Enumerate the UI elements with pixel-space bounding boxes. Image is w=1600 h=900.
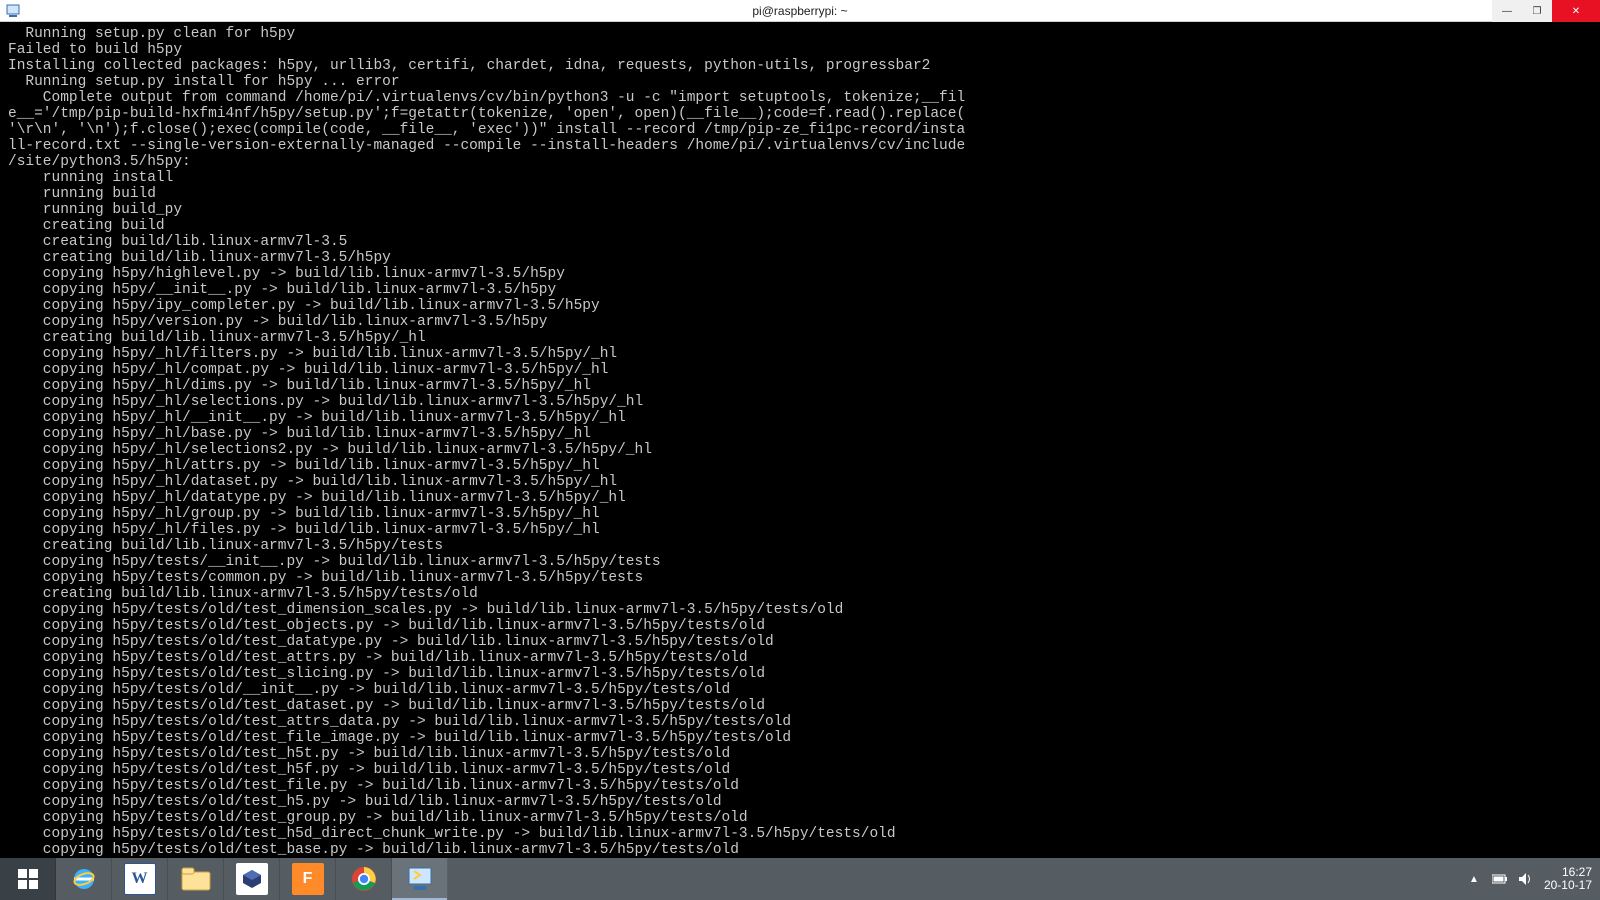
terminal-line: running build_py (8, 202, 1592, 218)
tray-date: 20-10-17 (1544, 879, 1592, 892)
close-button[interactable]: ✕ (1552, 0, 1600, 22)
terminal-line: running install (8, 170, 1592, 186)
terminal-line: creating build (8, 218, 1592, 234)
terminal-line: copying h5py/_hl/files.py -> build/lib.l… (8, 522, 1592, 538)
window-title: pi@raspberrypi: ~ (752, 4, 847, 18)
terminal-line: copying h5py/tests/old/test_file.py -> b… (8, 778, 1592, 794)
freemake-icon: F (292, 863, 324, 895)
terminal-line: copying h5py/tests/old/test_attrs_data.p… (8, 714, 1592, 730)
terminal-line: copying h5py/tests/common.py -> build/li… (8, 570, 1592, 586)
putty-icon (406, 865, 434, 893)
terminal-line: copying h5py/tests/old/test_group.py -> … (8, 810, 1592, 826)
internet-explorer-icon (68, 863, 100, 895)
terminal-line: Complete output from command /home/pi/.v… (8, 90, 1592, 106)
taskbar-item-putty[interactable] (392, 858, 448, 900)
virtualbox-icon (236, 863, 268, 895)
volume-icon[interactable] (1518, 871, 1534, 887)
terminal-line: copying h5py/tests/old/test_dimension_sc… (8, 602, 1592, 618)
taskbar-item-virtualbox[interactable] (224, 858, 280, 900)
terminal-line: Running setup.py clean for h5py (8, 26, 1592, 42)
terminal-line: copying h5py/tests/__init__.py -> build/… (8, 554, 1592, 570)
terminal-line: running build (8, 186, 1592, 202)
terminal-line: copying h5py/_hl/dataset.py -> build/lib… (8, 474, 1592, 490)
terminal-line: copying h5py/_hl/attrs.py -> build/lib.l… (8, 458, 1592, 474)
terminal-line: copying h5py/_hl/dims.py -> build/lib.li… (8, 378, 1592, 394)
file-explorer-icon (181, 866, 211, 892)
terminal-line: copying h5py/tests/old/test_datatype.py … (8, 634, 1592, 650)
terminal-line: copying h5py/_hl/compat.py -> build/lib.… (8, 362, 1592, 378)
window-buttons: — ❐ ✕ (1492, 0, 1600, 22)
terminal-line: ll-record.txt --single-version-externall… (8, 138, 1592, 154)
taskbar-item-file-explorer[interactable] (168, 858, 224, 900)
terminal-line: copying h5py/__init__.py -> build/lib.li… (8, 282, 1592, 298)
terminal-line: copying h5py/_hl/group.py -> build/lib.l… (8, 506, 1592, 522)
terminal-line: '\r\n', '\n');f.close();exec(compile(cod… (8, 122, 1592, 138)
terminal-line: /site/python3.5/h5py: (8, 154, 1592, 170)
battery-icon[interactable] (1492, 871, 1508, 887)
minimize-button[interactable]: — (1492, 0, 1522, 22)
terminal-line: copying h5py/tests/old/test_file_image.p… (8, 730, 1592, 746)
taskbar-item-ie[interactable] (56, 858, 112, 900)
chrome-icon (350, 865, 378, 893)
terminal-line: Installing collected packages: h5py, url… (8, 58, 1592, 74)
system-tray: ▲ 16:27 20-10-17 (1466, 858, 1600, 900)
taskbar: W F ▲ (0, 858, 1600, 900)
terminal-line: copying h5py/tests/old/test_objects.py -… (8, 618, 1592, 634)
terminal-line: creating build/lib.linux-armv7l-3.5/h5py… (8, 586, 1592, 602)
terminal-line: copying h5py/_hl/base.py -> build/lib.li… (8, 426, 1592, 442)
tray-clock[interactable]: 16:27 20-10-17 (1544, 866, 1592, 892)
terminal-line: e__='/tmp/pip-build-hxfmi4nf/h5py/setup.… (8, 106, 1592, 122)
word-icon: W (124, 863, 156, 895)
terminal-output[interactable]: Running setup.py clean for h5pyFailed to… (0, 22, 1600, 858)
windows-start-icon (17, 868, 39, 890)
terminal-line: copying h5py/_hl/filters.py -> build/lib… (8, 346, 1592, 362)
terminal-line: copying h5py/highlevel.py -> build/lib.l… (8, 266, 1592, 282)
terminal-line: copying h5py/tests/old/test_h5f.py -> bu… (8, 762, 1592, 778)
terminal-line: Failed to build h5py (8, 42, 1592, 58)
terminal-line: copying h5py/tests/old/test_dataset.py -… (8, 698, 1592, 714)
terminal-line: copying h5py/_hl/datatype.py -> build/li… (8, 490, 1592, 506)
terminal-line: copying h5py/tests/old/test_slicing.py -… (8, 666, 1592, 682)
title-bar[interactable]: pi@raspberrypi: ~ — ❐ ✕ (0, 0, 1600, 22)
terminal-line: copying h5py/_hl/__init__.py -> build/li… (8, 410, 1592, 426)
terminal-line: copying h5py/_hl/selections.py -> build/… (8, 394, 1592, 410)
putty-icon (4, 2, 22, 20)
terminal-line: copying h5py/tests/old/test_h5d_direct_c… (8, 826, 1592, 842)
terminal-line: creating build/lib.linux-armv7l-3.5/h5py (8, 250, 1592, 266)
terminal-line: Running setup.py install for h5py ... er… (8, 74, 1592, 90)
terminal-line: copying h5py/tests/old/test_base.py -> b… (8, 842, 1592, 858)
terminal-line: copying h5py/tests/old/test_attrs.py -> … (8, 650, 1592, 666)
terminal-line: copying h5py/version.py -> build/lib.lin… (8, 314, 1592, 330)
show-hidden-icons-button[interactable]: ▲ (1466, 871, 1482, 887)
taskbar-item-chrome[interactable] (336, 858, 392, 900)
taskbar-item-word[interactable]: W (112, 858, 168, 900)
terminal-line: copying h5py/tests/old/__init__.py -> bu… (8, 682, 1592, 698)
terminal-line: creating build/lib.linux-armv7l-3.5/h5py… (8, 538, 1592, 554)
terminal-line: copying h5py/ipy_completer.py -> build/l… (8, 298, 1592, 314)
taskbar-item-freemake[interactable]: F (280, 858, 336, 900)
terminal-line: copying h5py/tests/old/test_h5t.py -> bu… (8, 746, 1592, 762)
terminal-line: creating build/lib.linux-armv7l-3.5 (8, 234, 1592, 250)
app-window: pi@raspberrypi: ~ — ❐ ✕ Running setup.py… (0, 0, 1600, 900)
start-button[interactable] (0, 858, 56, 900)
terminal-line: creating build/lib.linux-armv7l-3.5/h5py… (8, 330, 1592, 346)
terminal-line: copying h5py/tests/old/test_h5.py -> bui… (8, 794, 1592, 810)
maximize-button[interactable]: ❐ (1522, 0, 1552, 22)
terminal-line: copying h5py/_hl/selections2.py -> build… (8, 442, 1592, 458)
